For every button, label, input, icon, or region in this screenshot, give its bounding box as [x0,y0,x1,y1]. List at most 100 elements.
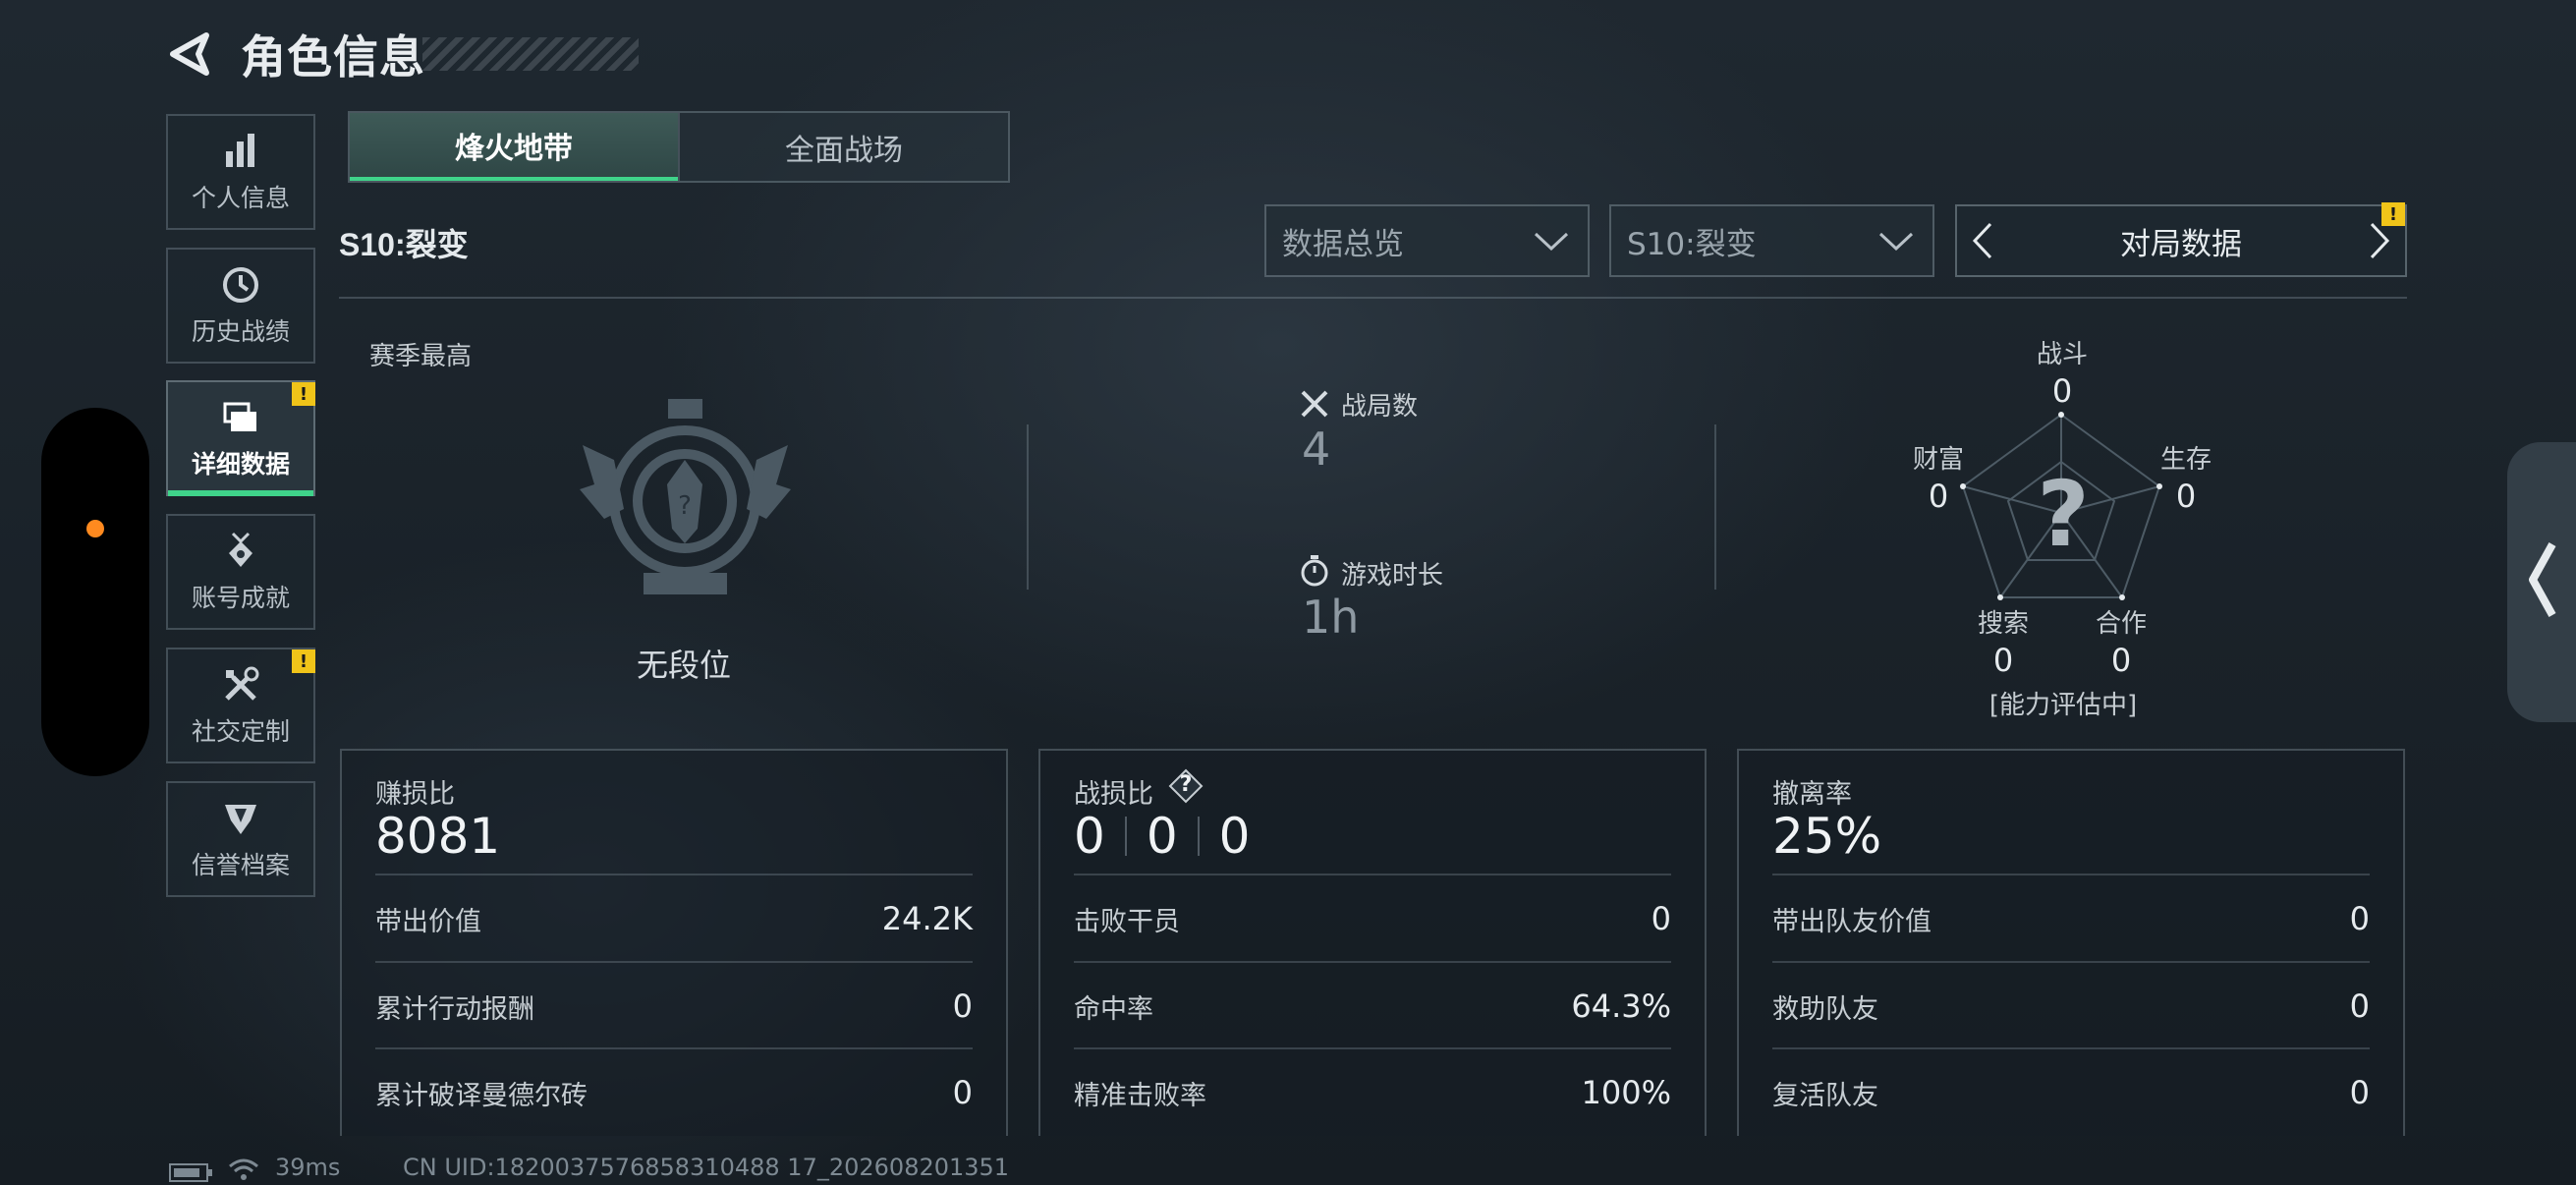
svg-text:?: ? [678,491,692,521]
chevron-down-icon [1534,232,1569,252]
stat-value: 24.2K [881,900,973,937]
radar-value-search: 0 [1992,642,2014,679]
sidebar-item-label: 历史战绩 [191,317,290,346]
stacked-cards-icon [223,402,256,431]
stat-label: 带出价值 [375,906,481,937]
stat-value: 100% [1581,1074,1671,1111]
page-title: 角色信息 [241,30,425,84]
stat-label: 击败干员 [1074,906,1180,937]
sidebar-item-history[interactable]: 历史战绩 [166,248,315,364]
card-label: 赚损比 [375,779,455,810]
battery-icon [169,1163,212,1182]
matches-value: 4 [1302,423,1331,476]
overview-dropdown[interactable]: 数据总览 [1264,204,1590,277]
stat-value: 64.3% [1571,988,1671,1025]
tab-hazard-zone[interactable]: 烽火地带 [350,113,678,181]
season-title: S10:裂变 [339,227,469,262]
stat-row: 累计破译曼德尔砖 0 [375,1047,973,1136]
chevron-left-icon [2529,542,2556,617]
stat-row: 击败干员 0 [1074,874,1671,962]
back-arrow-icon[interactable] [165,29,214,79]
radar-status: [能力评估中] [1988,691,2138,720]
stat-value: 0 [952,988,973,1025]
stat-row: 命中率 64.3% [1074,961,1671,1049]
warning-badge: ! [2381,202,2405,226]
chevron-left-icon[interactable] [1967,220,1996,261]
value-separator [1197,817,1200,856]
stat-row: 复活队友 0 [1772,1047,2370,1136]
pager-label: 对局数据 [2120,226,2242,262]
stat-value: 0 [2349,900,2370,937]
radar-value-combat: 0 [2051,372,2073,410]
season-best-label: 赛季最高 [369,342,473,371]
device-bezel [41,408,149,776]
radar-label-search: 搜索 [1977,609,2029,639]
stat-value: 0 [1651,900,1671,937]
crossed-swords-icon [1301,390,1328,418]
radar-value-cooperation: 0 [2110,642,2132,679]
card-value: 25% [1772,808,1882,865]
vertical-separator [1714,424,1716,590]
stat-label: 命中率 [1074,993,1153,1025]
player-uid: CN UID:1820037576858310488 17_2026082013… [403,1154,1010,1181]
season-dropdown[interactable]: S10:裂变 [1609,204,1934,277]
kd-values: 0 0 0 [1074,808,1250,865]
kd-value-3: 0 [1218,808,1251,865]
chevron-right-icon[interactable] [2366,220,2395,261]
overview-dropdown-value: 数据总览 [1282,226,1404,262]
kd-ratio-card: 战损比 ? 0 0 0 击败干员 0 命中率 64.3% 精准击败率 100% [1038,749,1707,1136]
card-value: 8081 [375,808,501,865]
sidebar-item-social[interactable]: 社交定制 ! [166,648,315,763]
history-clock-icon [223,267,258,303]
shield-emblem-icon [225,805,256,834]
stat-value: 0 [2349,1074,2370,1111]
vertical-separator [1027,424,1029,590]
sidebar-item-achievements[interactable]: 账号成就 [166,514,315,630]
stat-label: 累计破译曼德尔砖 [375,1080,588,1111]
extraction-rate-card: 撤离率 25% 带出队友价值 0 救助队友 0 复活队友 0 [1737,749,2405,1136]
card-label: 撤离率 [1772,779,1852,810]
match-data-pager: 对局数据 [1955,204,2407,277]
stat-row: 带出队友价值 0 [1772,874,2370,962]
sidebar-item-label: 信誉档案 [191,851,290,879]
notification-dot [86,520,104,537]
medal-icon [229,532,252,567]
tools-icon [225,666,259,701]
sidebar-item-label: 账号成就 [191,584,290,612]
rank-name: 无段位 [636,647,731,684]
sidebar-item-detailed-data[interactable]: 详细数据 ! [166,380,315,496]
stat-row: 累计行动报酬 0 [375,961,973,1049]
stopwatch-icon [1301,555,1328,587]
ping-value: 39ms [275,1154,341,1181]
stat-row: 带出价值 24.2K [375,874,973,962]
stat-label: 救助队友 [1772,993,1878,1025]
sidebar-item-profile[interactable]: 个人信息 [166,114,315,230]
radar-label-combat: 战斗 [2036,340,2088,369]
sidebar-item-label: 社交定制 [191,717,290,746]
wifi-icon [229,1158,258,1180]
radar-label-survival: 生存 [2159,445,2212,475]
tab-all-out-warfare[interactable]: 全面战场 [678,113,1008,181]
help-symbol: ? [1179,772,1193,797]
kd-value-1: 0 [1074,808,1105,865]
stat-label: 复活队友 [1772,1080,1878,1111]
section-divider [339,297,2407,299]
sidebar-item-reputation[interactable]: 信誉档案 [166,781,315,897]
sidebar-item-label: 个人信息 [191,184,290,212]
side-drawer-handle[interactable] [2507,442,2576,722]
sidebar-item-label: 详细数据 [191,450,290,479]
kd-value-2: 0 [1146,808,1178,865]
warning-badge: ! [292,382,315,406]
stat-value: 0 [2349,988,2370,1025]
radar-value-survival: 0 [2175,478,2197,515]
stat-value: 0 [952,1074,973,1111]
radar-label-wealth: 财富 [1912,445,1964,475]
radar-label-cooperation: 合作 [2095,609,2147,639]
rank-emblem-icon: ? [580,399,791,594]
playtime-label: 游戏时长 [1341,561,1444,591]
season-dropdown-value: S10:裂变 [1627,226,1757,262]
matches-label: 战局数 [1341,392,1419,422]
stat-label: 带出队友价值 [1772,906,1932,937]
stat-row: 精准击败率 100% [1074,1047,1671,1136]
help-icon[interactable]: ? [1168,768,1204,804]
